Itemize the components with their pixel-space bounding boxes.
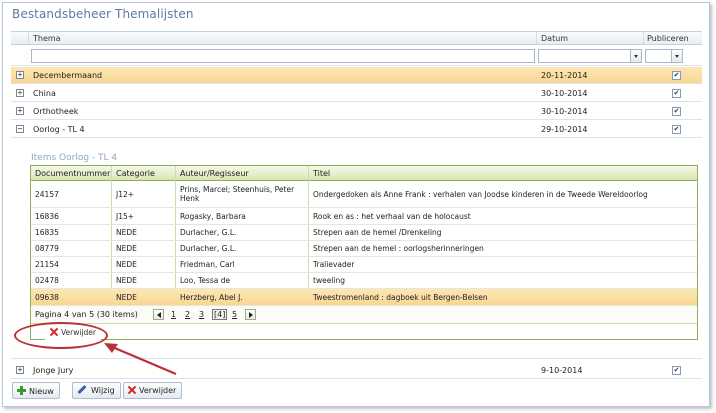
detail-panel: Items Oorlog - TL 4 Documentnummer Categ…: [11, 149, 702, 359]
table-row-selected[interactable]: 09638 NEDE Herzberg, Abel J. Tweestromen…: [31, 289, 697, 306]
delete-label: Verwijder: [139, 386, 177, 395]
page-link-2[interactable]: 2: [185, 310, 190, 319]
item-doc: 09638: [35, 293, 59, 302]
pager-label: Pagina 4 van 5 (30 items): [35, 310, 138, 319]
annotation-circle: [14, 322, 108, 349]
page-title: Bestandsbeheer Themalijsten: [12, 7, 194, 21]
plus-square-icon[interactable]: +: [16, 366, 24, 374]
plus-square-icon[interactable]: +: [16, 89, 24, 97]
row-thema: Jonge Jury: [33, 366, 74, 375]
items-subgrid: Documentnummer Categorie Auteur/Regisseu…: [30, 165, 698, 341]
row-datum: 30-10-2014: [541, 107, 588, 116]
row-thema: Oorlog - TL 4: [33, 125, 85, 134]
edit-button[interactable]: Wijzig: [72, 382, 121, 399]
pager: Pagina 4 van 5 (30 items) 1 2 3 [4] 5: [31, 306, 697, 324]
table-row[interactable]: 16835 NEDE Durlacher, G.L. Strepen aan d…: [31, 225, 697, 241]
row-datum: 30-10-2014: [541, 89, 588, 98]
item-doc: 24157: [35, 190, 59, 199]
item-cat: NEDE: [116, 228, 137, 237]
item-auteur: Herzberg, Abel J.: [180, 293, 243, 302]
item-auteur: Durlacher, G.L.: [180, 244, 237, 253]
column-header-auteur[interactable]: Auteur/Regisseur: [180, 169, 249, 178]
chevron-down-icon[interactable]: [671, 50, 682, 62]
item-auteur: Friedman, Carl: [180, 260, 235, 269]
publiceren-checkbox[interactable]: ✔: [672, 71, 681, 80]
column-header-titel[interactable]: Titel: [313, 169, 330, 178]
red-x-icon: [128, 386, 136, 394]
table-row[interactable]: 02478 NEDE Loo, Tessa de tweeling: [31, 273, 697, 289]
filter-row: [11, 46, 702, 66]
row-thema: Orthotheek: [33, 107, 79, 116]
row-thema: Decembermaand: [33, 71, 103, 80]
page-link-3[interactable]: 3: [199, 310, 204, 319]
item-titel: Tralievader: [313, 260, 355, 269]
chevron-down-icon[interactable]: [630, 50, 641, 62]
table-row[interactable]: + Orthotheek 30-10-2014 ✔: [11, 103, 702, 120]
table-row[interactable]: 16836 J15+ Rogasky, Barbara Rook en as :…: [31, 209, 697, 225]
thema-filter-input[interactable]: [31, 49, 535, 63]
table-row[interactable]: + China 30-10-2014 ✔: [11, 85, 702, 102]
item-cat: J12+: [116, 190, 135, 199]
new-label: Nieuw: [29, 387, 54, 396]
item-titel: Ondergedoken als Anne Frank : verhalen v…: [313, 190, 648, 199]
item-titel: Strepen aan de hemel /Drenkeling: [313, 228, 442, 237]
item-titel: Strepen aan de hemel : oorlogsherinnerin…: [313, 244, 484, 253]
item-doc: 21154: [35, 260, 59, 269]
column-header-publiceren[interactable]: Publiceren: [647, 34, 689, 43]
row-datum: 9-10-2014: [541, 366, 583, 375]
item-doc: 16835: [35, 228, 59, 237]
page-link-1[interactable]: 1: [171, 310, 176, 319]
page-link-current: [4]: [212, 309, 228, 320]
publiceren-checkbox[interactable]: ✔: [672, 125, 681, 134]
item-doc: 16836: [35, 212, 59, 221]
arrow-left-icon[interactable]: [153, 309, 164, 320]
item-auteur: Rogasky, Barbara: [180, 212, 246, 221]
column-header-categorie[interactable]: Categorie: [116, 169, 155, 178]
item-doc: 08779: [35, 244, 59, 253]
publiceren-checkbox[interactable]: ✔: [672, 89, 681, 98]
table-row[interactable]: − Oorlog - TL 4 29-10-2014 ✔: [11, 121, 702, 138]
item-titel: Tweestromenland : dagboek uit Bergen-Bel…: [313, 293, 488, 302]
datum-filter-input[interactable]: [538, 49, 642, 63]
new-button[interactable]: Nieuw: [12, 382, 60, 399]
column-header-documentnummer[interactable]: Documentnummer: [35, 169, 110, 178]
publiceren-filter-select[interactable]: [645, 49, 683, 63]
arrow-right-icon[interactable]: [245, 309, 256, 320]
page-link-5[interactable]: 5: [232, 310, 237, 319]
row-datum: 20-11-2014: [541, 71, 588, 80]
table-row[interactable]: + Decembermaand 20-11-2014 ✔: [11, 67, 702, 84]
item-auteur: Durlacher, G.L.: [180, 228, 237, 237]
item-auteur: Loo, Tessa de: [180, 276, 231, 285]
item-cat: NEDE: [116, 276, 137, 285]
edit-label: Wijzig: [91, 386, 115, 395]
plus-square-icon[interactable]: +: [16, 107, 24, 115]
table-row[interactable]: 24157 J12+ Prins, Marcel; Steenhuis, Pet…: [31, 182, 697, 208]
subgrid-header: Documentnummer Categorie Auteur/Regisseu…: [31, 166, 697, 181]
row-datum: 29-10-2014: [541, 125, 588, 134]
detail-title: Items Oorlog - TL 4: [31, 153, 118, 163]
column-header-thema[interactable]: Thema: [33, 34, 61, 43]
table-row[interactable]: 08779 NEDE Durlacher, G.L. Strepen aan d…: [31, 241, 697, 257]
pencil-icon: [77, 384, 87, 395]
plus-square-icon[interactable]: +: [16, 71, 24, 79]
publiceren-checkbox[interactable]: ✔: [672, 366, 681, 375]
item-auteur: Prins, Marcel; Steenhuis, Peter Henk: [180, 185, 295, 203]
delete-button[interactable]: Verwijder: [123, 382, 183, 399]
green-plus-icon: [17, 386, 26, 395]
item-cat: NEDE: [116, 244, 137, 253]
item-cat: NEDE: [116, 260, 137, 269]
item-cat: J15+: [116, 212, 135, 221]
table-row[interactable]: + Jonge Jury 9-10-2014 ✔: [11, 362, 702, 379]
minus-square-icon[interactable]: −: [16, 125, 24, 133]
item-titel: Rook en as : het verhaal van de holocaus…: [313, 212, 471, 221]
row-thema: China: [33, 89, 56, 98]
grid-header: Thema Datum Publiceren: [11, 31, 702, 45]
item-titel: tweeling: [313, 276, 345, 285]
column-header-datum[interactable]: Datum: [541, 34, 568, 43]
item-cat: NEDE: [116, 293, 137, 302]
item-doc: 02478: [35, 276, 59, 285]
publiceren-checkbox[interactable]: ✔: [672, 107, 681, 116]
table-row[interactable]: 21154 NEDE Friedman, Carl Tralievader: [31, 257, 697, 273]
